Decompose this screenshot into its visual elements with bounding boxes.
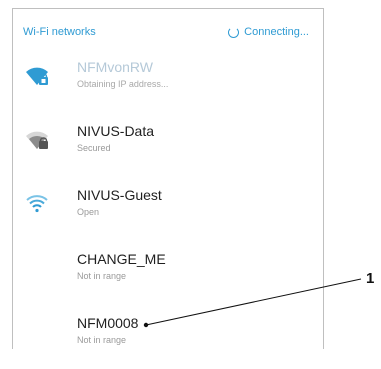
- screenshot-stage: Wi-Fi networks Connecting... NFMvonRW Ob…: [0, 0, 381, 369]
- callout-number: 1: [366, 270, 375, 287]
- callout-leader-line: [143, 278, 362, 328]
